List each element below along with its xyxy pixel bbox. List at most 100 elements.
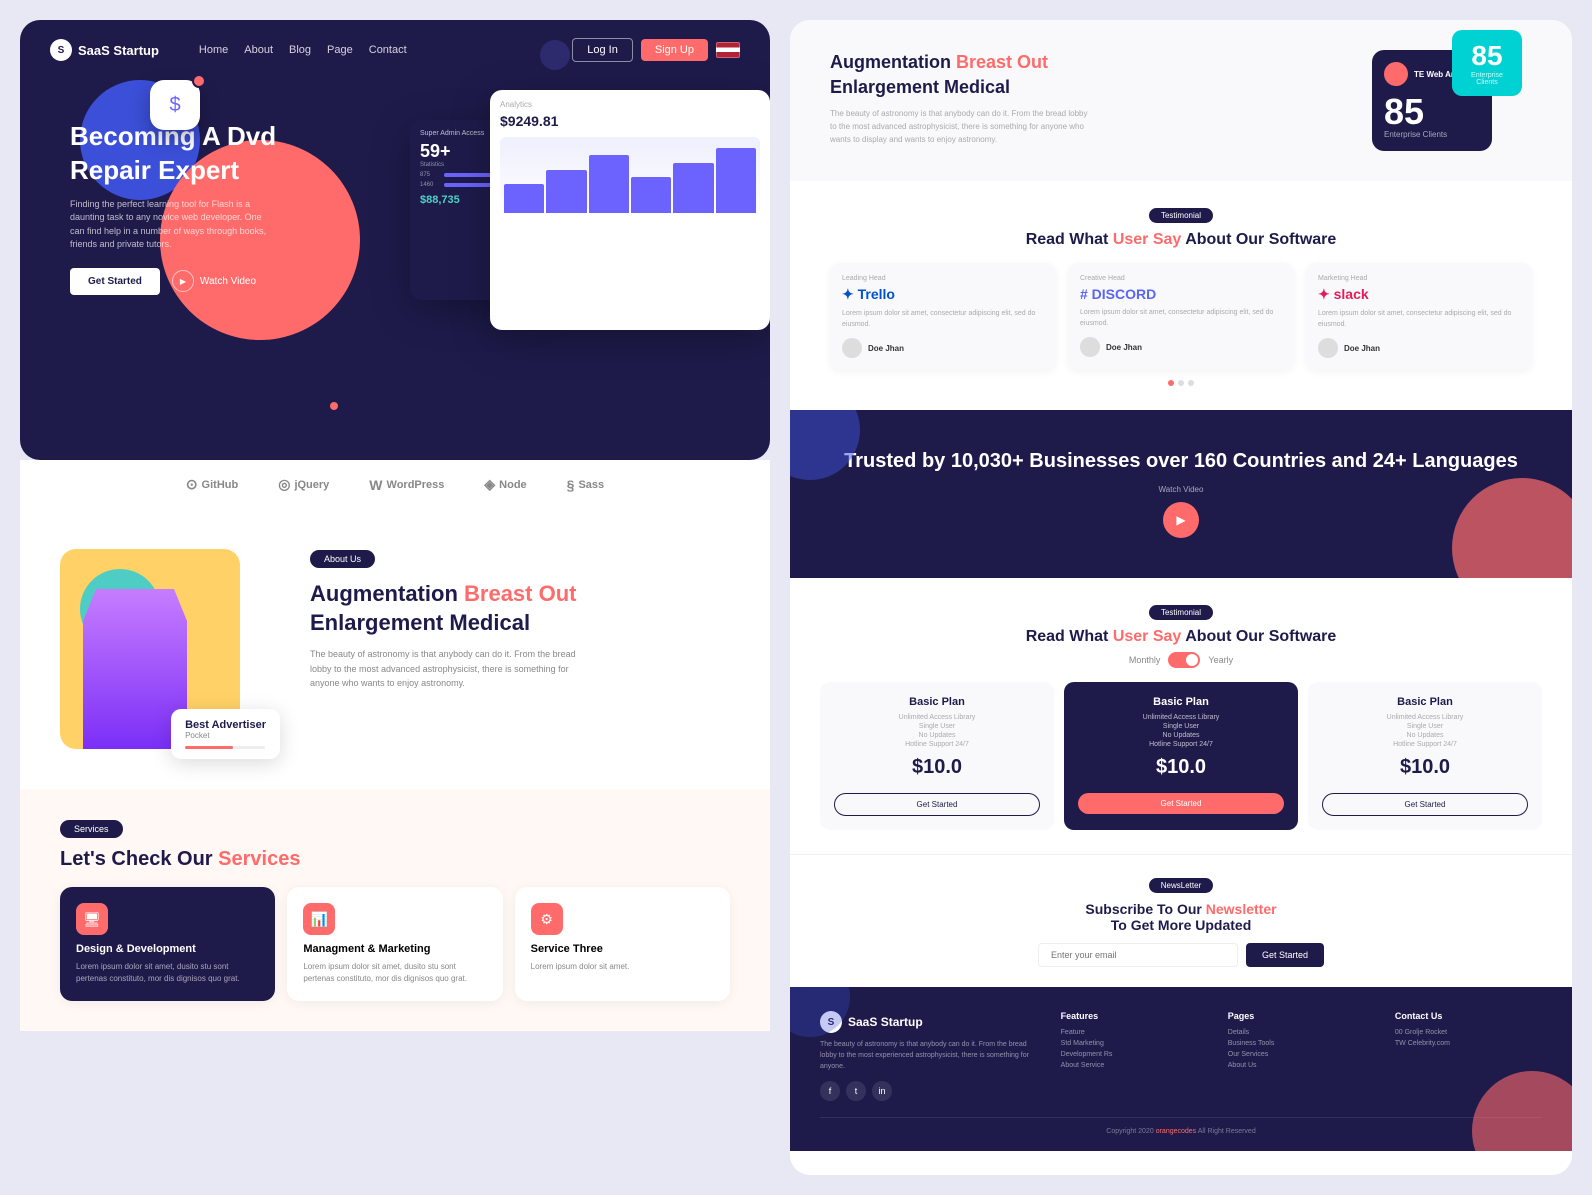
nav-contact[interactable]: Contact [369,44,407,56]
analyzer-cyan-box: 85 Enterprise Clients [1452,30,1522,96]
trusted-section: Trusted by 10,030+ Businesses over 160 C… [790,410,1572,578]
partners-section: ⊙ GitHub ◎ jQuery W WordPress ◈ Node § S… [20,460,770,509]
pricing-feature-2-2: Single User [1078,723,1284,730]
pricing-toggle: Monthly Yearly [820,652,1542,668]
test-card-header-1: Leading Head [842,275,1044,282]
feature-content: Augmentation Breast Out Enlargement Medi… [830,50,1342,147]
pricing-cta-1[interactable]: Get Started [834,793,1040,816]
toggle-yearly: Yearly [1208,655,1233,665]
footer-feature-link-1[interactable]: Feature [1061,1029,1208,1036]
pricing-cta-2[interactable]: Get Started [1078,793,1284,814]
footer-feature-link-4[interactable]: About Service [1061,1062,1208,1069]
partner-github: ⊙ GitHub [186,476,238,493]
services-section: Services Let's Check Our Services 🖥 Desi… [20,789,770,1031]
trusted-highlight1: 10,030+ [951,450,1024,472]
trusted-part2: Businesses over 160 Countries and [1029,450,1367,472]
right-panel: Augmentation Breast Out Enlargement Medi… [790,20,1572,1175]
service-icon-1: 🖥 [76,903,108,935]
test-card-1: Leading Head ✦ Trello Lorem ipsum dolor … [830,263,1056,370]
footer-contact-link-2[interactable]: TW Celebrity.com [1395,1040,1542,1047]
footer-feature-link-2[interactable]: Std Marketing [1061,1040,1208,1047]
services-title-plain: Let's Check Our [60,848,213,870]
pricing-price-1: $10.0 [834,756,1040,779]
pricing-card-3: Basic Plan Unlimited Access Library Sing… [1308,682,1542,830]
nav-about[interactable]: About [244,44,273,56]
github-icon: ⊙ [186,476,198,493]
left-panel: S SaaS Startup Home About Blog Page Cont… [20,20,770,1175]
social-facebook-icon[interactable]: f [820,1081,840,1101]
trusted-part1: Trusted by [844,450,945,472]
footer-pages-link-3[interactable]: Our Services [1228,1051,1375,1058]
pricing-cards: Basic Plan Unlimited Access Library Sing… [820,682,1542,830]
testimonial-section-1: Testimonial Read What User Say About Our… [790,181,1572,410]
hero-title: Becoming A DvdRepair Expert Online [70,120,327,188]
footer-brand-text: SaaS Startup [848,1015,923,1029]
partner-wordpress: W WordPress [369,477,444,493]
test-dot-1[interactable] [1168,380,1174,386]
adv-card-bar-fill [185,746,233,749]
nav-page[interactable]: Page [327,44,353,56]
footer-pages-link-4[interactable]: About Us [1228,1062,1375,1069]
test-dot-3[interactable] [1188,380,1194,386]
service-desc-2: Lorem ipsum dolor sit amet, dusito stu s… [303,961,486,985]
partner-sass: § Sass [567,477,605,493]
dash-revenue: $9249.81 [500,113,760,129]
feature-title-plain: Augmentation [830,52,951,72]
test-content-1: Lorem ipsum dolor sit amet, consectetur … [842,309,1044,330]
pricing-feature-2-3: No Updates [1078,732,1284,739]
nav-home[interactable]: Home [199,44,228,56]
footer-social: f t in [820,1081,1041,1101]
analyzer-avatar [1384,62,1408,86]
test-title-rest: About Our Software [1185,231,1336,248]
test-avatar-2 [1080,337,1100,357]
about-title: Augmentation Breast Out Enlargement Medi… [310,580,730,637]
trusted-play-button[interactable]: ▶ [1163,502,1199,538]
footer-contact-link-1[interactable]: 00 Grolje Rocket [1395,1029,1542,1036]
footer-copyright-brand: orangecodes [1156,1128,1196,1135]
get-started-button[interactable]: Get Started [70,268,160,295]
pricing-cta-3[interactable]: Get Started [1322,793,1528,816]
pricing-feature-2-4: Hotline Support 24/7 [1078,741,1284,748]
pricing-card-2: Basic Plan Unlimited Access Library Sing… [1064,682,1298,830]
footer-pages-col: Pages Details Business Tools Our Service… [1228,1011,1375,1101]
watch-video-button[interactable]: ▶ Watch Video [172,270,256,292]
pricing-price-2: $10.0 [1078,756,1284,779]
service-title-3: Service Three [531,943,714,955]
about-title-plain: Augmentation [310,581,458,606]
feature-section: Augmentation Breast Out Enlargement Medi… [790,20,1572,181]
test-logo-1: ✦ Trello [842,286,1044,303]
test-dots-1 [830,380,1532,386]
service-card-2: 📊 Managment & Marketing Lorem ipsum dolo… [287,887,502,1001]
pricing-card-title-2: Basic Plan [1078,696,1284,708]
hero-cta: Get Started ▶ Watch Video [70,268,327,295]
footer-pages-link-1[interactable]: Details [1228,1029,1375,1036]
nav-blog[interactable]: Blog [289,44,311,56]
test-dot-2[interactable] [1178,380,1184,386]
footer-copyright: Copyright 2020 [1106,1128,1153,1135]
footer-feature-link-3[interactable]: Development Rs [1061,1051,1208,1058]
toggle-switch[interactable] [1168,652,1200,668]
signup-button[interactable]: Sign Up [641,39,708,61]
pricing-feature-1-4: Hotline Support 24/7 [834,741,1040,748]
analyzer-stat-label: Enterprise Clients [1384,130,1480,139]
analyzer-stat-big: 85 [1384,94,1480,130]
feature-title: Augmentation Breast Out Enlargement Medi… [830,50,1342,100]
footer-brand-desc: The beauty of astronomy is that anybody … [820,1039,1041,1073]
analyzer-card: TE Web Analyzer 85 Enterprise Clients 85… [1372,50,1492,151]
login-button[interactable]: Log In [572,38,633,62]
pricing-feature-2-1: Unlimited Access Library [1078,714,1284,721]
test-author-name-2: Doe Jhan [1106,343,1142,352]
cyan-num: 85 [1462,40,1512,72]
newsletter-submit-button[interactable]: Get Started [1246,943,1324,967]
footer-pages-link-2[interactable]: Business Tools [1228,1040,1375,1047]
hero-title-highlight: Online [246,155,327,185]
test-author-name-1: Doe Jhan [868,344,904,353]
services-title-highlight: Services [218,848,300,870]
trusted-title: Trusted by 10,030+ Businesses over 160 C… [830,450,1532,473]
watch-label: Watch Video [200,276,256,287]
social-twitter-icon[interactable]: t [846,1081,866,1101]
social-linkedin-icon[interactable]: in [872,1081,892,1101]
adv-card-sub: Pocket [185,731,266,740]
footer-bottom: Copyright 2020 orangecodes All Right Res… [820,1117,1542,1135]
newsletter-email-input[interactable] [1038,943,1238,967]
